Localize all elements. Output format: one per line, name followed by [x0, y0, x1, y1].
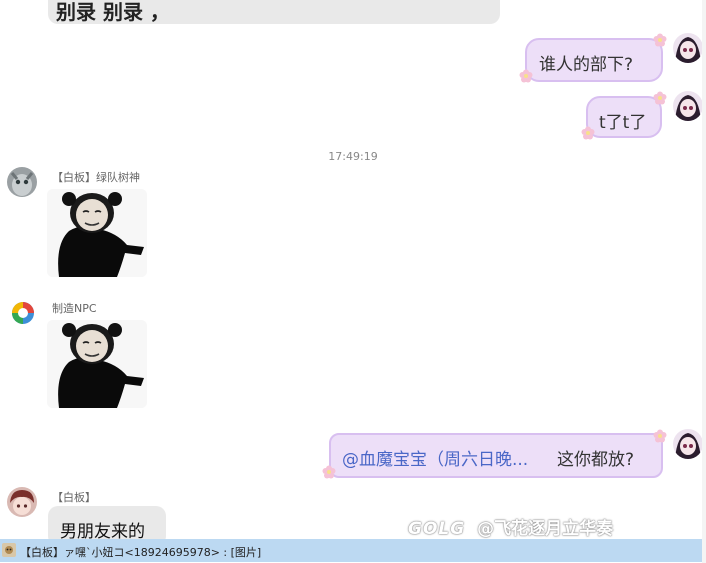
message-bubble-outgoing[interactable]: @血魔宝宝（周六日晚... 这你都放? — [329, 433, 663, 478]
message-text: 别录 别录 ， — [56, 0, 170, 24]
message-timestamp: 17:49:19 — [328, 150, 378, 163]
sender-avatar[interactable] — [7, 167, 37, 197]
scrollbar-track[interactable] — [702, 0, 706, 563]
new-message-notification-bar[interactable]: 【白板】ァ嘿`小妞コ<18924695978> : [图片] — [0, 539, 702, 562]
self-avatar[interactable] — [673, 429, 703, 459]
sender-avatar[interactable] — [8, 298, 38, 328]
message-text: 谁人的部下? — [539, 55, 634, 75]
self-avatar[interactable] — [673, 33, 703, 63]
flower-decoration-icon — [519, 69, 533, 83]
sender-name: 【白板】 — [52, 491, 96, 504]
flower-decoration-icon — [581, 126, 595, 140]
sender-name: 制造NPC — [52, 302, 97, 315]
watermark: GOLG @飞花逐月立华奏 — [408, 514, 613, 539]
message-bubble-outgoing[interactable]: t了t了 — [586, 96, 662, 138]
self-avatar[interactable] — [673, 91, 703, 121]
notification-avatar-icon — [2, 543, 16, 557]
flower-decoration-icon — [653, 33, 667, 47]
sender-name: 【白板】绿队树神 — [52, 171, 140, 184]
sticker-image[interactable] — [47, 320, 147, 408]
message-bubble-outgoing[interactable]: 谁人的部下? — [525, 38, 663, 82]
watermark-brand: GOLG — [408, 519, 466, 539]
notification-text: 【白板】ァ嘿`小妞コ<18924695978> : [图片] — [20, 546, 262, 559]
panda-meme-sticker-icon — [47, 320, 147, 408]
sender-avatar[interactable] — [7, 487, 37, 517]
flower-decoration-icon — [322, 465, 336, 479]
message-text: t了t了 — [599, 113, 647, 133]
mention-link[interactable]: @血魔宝宝（周六日晚... — [342, 445, 528, 470]
sticker-image[interactable] — [47, 189, 147, 277]
message-bubble-top-partial[interactable]: 别录 别录 ， — [48, 0, 500, 24]
message-text: 这你都放? — [557, 450, 635, 470]
flower-decoration-icon — [653, 91, 667, 105]
flower-decoration-icon — [653, 429, 667, 443]
panda-meme-sticker-icon — [47, 189, 147, 277]
watermark-text: @飞花逐月立华奏 — [477, 519, 614, 539]
